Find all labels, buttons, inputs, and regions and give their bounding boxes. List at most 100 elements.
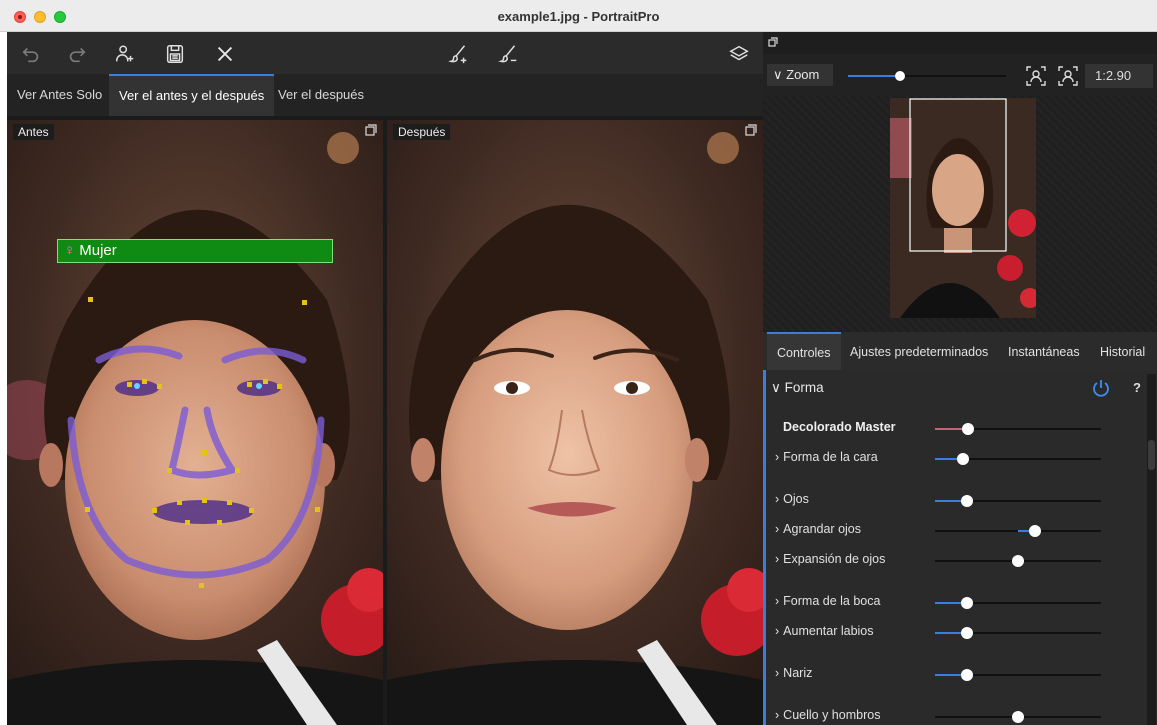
before-panel[interactable]: Antes ♀ Mujer	[7, 120, 383, 725]
add-person-button[interactable]	[111, 40, 139, 68]
slider-label-text: Nariz	[783, 666, 813, 680]
after-label: Después	[393, 124, 451, 140]
slider-track[interactable]	[935, 555, 1101, 567]
slider-expand-toggle[interactable]: › Nariz	[775, 666, 812, 680]
controls-panel: ∨ Forma ? Decolorado Master › Forma de la …	[763, 370, 1157, 725]
undo-icon	[22, 47, 39, 63]
chevron-right-icon: ›	[775, 552, 780, 566]
slider-expand-toggle[interactable]: › Cuello y hombros	[775, 708, 880, 722]
help-button[interactable]: ?	[1133, 380, 1141, 395]
slider-track[interactable]	[935, 453, 1101, 465]
right-sidebar: ∨ Zoom 1:2.90 Controles Ajustes predeter…	[763, 32, 1157, 725]
slider-expand-toggle[interactable]: › Forma de la boca	[775, 594, 880, 608]
after-panel[interactable]: Después	[387, 120, 763, 725]
undo-button[interactable]	[17, 40, 45, 68]
slider-track[interactable]	[935, 423, 1101, 435]
tab-presets[interactable]: Ajustes predeterminados	[840, 332, 998, 370]
navigator-header	[763, 32, 1157, 54]
brush-add-icon	[448, 45, 467, 64]
panel-expand-icon[interactable]	[745, 124, 757, 136]
before-portrait-image	[7, 120, 383, 725]
slider-label: Decolorado Master	[783, 420, 896, 434]
slider-row: › Expansión de ojos	[763, 550, 1143, 570]
chevron-right-icon: ›	[775, 594, 780, 608]
scrollbar-track[interactable]	[1147, 374, 1156, 725]
chevron-right-icon: ›	[775, 450, 780, 464]
save-button[interactable]	[161, 40, 189, 68]
tab-snapshots[interactable]: Instantáneas	[998, 332, 1090, 370]
slider-row: › Forma de la boca	[763, 592, 1143, 612]
fit-face-icon[interactable]	[1025, 65, 1047, 87]
tab-before-and-after[interactable]: Ver el antes y el después	[109, 74, 275, 116]
zoom-slider[interactable]	[848, 71, 1006, 81]
slider-row: Decolorado Master	[763, 418, 1143, 438]
tab-controls[interactable]: Controles	[767, 332, 841, 370]
brush-add-button[interactable]	[445, 40, 473, 68]
slider-expand-toggle[interactable]: › Aumentar labios	[775, 624, 874, 638]
chevron-down-icon: ∨	[771, 380, 785, 395]
chevron-right-icon: ›	[775, 624, 780, 638]
slider-knob[interactable]	[960, 669, 973, 681]
tab-before-only[interactable]: Ver Antes Solo	[7, 74, 112, 116]
slider-track[interactable]	[935, 711, 1101, 723]
zoom-value: 1:2.90	[1085, 64, 1153, 88]
slider-label-text: Cuello y hombros	[783, 708, 881, 722]
add-person-icon	[116, 45, 134, 62]
save-icon	[166, 45, 184, 63]
slider-row: › Nariz	[763, 664, 1143, 684]
tab-after-only[interactable]: Ver el después	[268, 74, 374, 116]
window-titlebar: example1.jpg - PortraitPro	[0, 0, 1157, 32]
tab-history[interactable]: Historial	[1090, 332, 1155, 370]
slider-row: › Forma de la cara	[763, 448, 1143, 468]
slider-knob[interactable]	[960, 495, 973, 507]
slider-knob[interactable]	[957, 453, 970, 465]
close-image-button[interactable]	[211, 40, 239, 68]
slider-label-text: Forma de la cara	[783, 450, 878, 464]
slider-knob[interactable]	[1028, 525, 1041, 537]
brush-remove-icon	[498, 45, 517, 63]
slider-row: › Agrandar ojos	[763, 520, 1143, 540]
slider-expand-toggle[interactable]: › Expansión de ojos	[775, 552, 885, 566]
slider-track[interactable]	[935, 495, 1101, 507]
brush-remove-button[interactable]	[495, 40, 523, 68]
panel-expand-icon[interactable]	[365, 124, 377, 136]
slider-expand-toggle[interactable]: › Forma de la cara	[775, 450, 878, 464]
slider-track[interactable]	[935, 627, 1101, 639]
control-tabs: Controles Ajustes predeterminados Instan…	[763, 332, 1157, 370]
slider-track[interactable]	[935, 669, 1101, 681]
slider-knob[interactable]	[1012, 555, 1024, 567]
zoom-slider-knob[interactable]	[895, 71, 906, 81]
female-icon: ♀	[64, 242, 76, 259]
redo-button[interactable]	[63, 40, 91, 68]
power-icon[interactable]	[1091, 378, 1111, 398]
layers-button[interactable]	[725, 40, 753, 68]
slider-label-text: Decolorado Master	[783, 420, 896, 434]
fit-image-icon[interactable]	[1057, 65, 1079, 87]
chevron-right-icon: ›	[775, 708, 780, 722]
panel-float-icon[interactable]	[768, 37, 778, 47]
slider-knob[interactable]	[1012, 711, 1024, 723]
slider-track[interactable]	[935, 597, 1101, 609]
before-label: Antes	[13, 124, 54, 140]
view-mode-tabs: Ver Antes Solo Ver el antes y el después…	[7, 74, 763, 116]
slider-row: › Cuello y hombros	[763, 706, 1143, 725]
scrollbar-thumb[interactable]	[1148, 440, 1155, 470]
slider-label-text: Ojos	[783, 492, 809, 506]
slider-expand-toggle[interactable]: › Ojos	[775, 492, 809, 506]
slider-track[interactable]	[935, 525, 1101, 537]
workspace: Ver Antes Solo Ver el antes y el después…	[7, 32, 763, 725]
slider-knob[interactable]	[962, 423, 975, 435]
redo-icon	[69, 47, 86, 63]
navigator-thumbnail[interactable]	[890, 98, 1036, 318]
section-forma-header[interactable]: ∨ Forma	[771, 380, 824, 396]
slider-knob[interactable]	[960, 597, 973, 609]
gender-selector[interactable]: ♀ Mujer	[57, 239, 333, 263]
navigator-area[interactable]	[763, 96, 1157, 332]
zoom-label: Zoom	[786, 67, 820, 82]
close-icon	[217, 46, 233, 62]
slider-label-text: Expansión de ojos	[783, 552, 886, 566]
slider-expand-toggle[interactable]: › Agrandar ojos	[775, 522, 861, 536]
slider-row: › Ojos	[763, 490, 1143, 510]
zoom-toggle[interactable]: ∨ Zoom	[767, 64, 833, 86]
slider-knob[interactable]	[960, 627, 973, 639]
